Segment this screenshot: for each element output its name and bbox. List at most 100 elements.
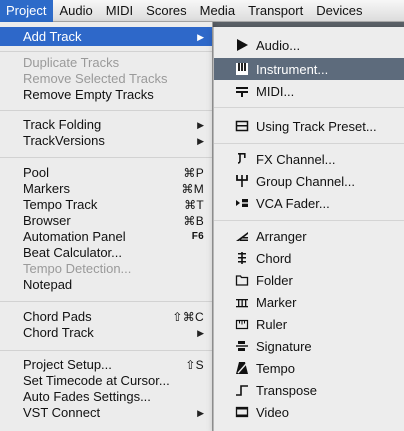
submenu-item-fx-channel[interactable]: FX Channel... xyxy=(214,148,404,170)
submenu-item-label: Video xyxy=(256,404,290,420)
menu-item-label: Chord Pads xyxy=(23,309,92,324)
vca-fader-icon xyxy=(234,195,250,211)
menu-item-remove-selected-tracks[interactable]: Remove Selected Tracks xyxy=(0,71,212,87)
submenu-item-group-channel[interactable]: Group Channel... xyxy=(214,170,404,192)
submenu-item-tempo[interactable]: Tempo xyxy=(214,357,404,379)
menu-item-label: Tempo Detection... xyxy=(23,261,132,276)
submenu-item-marker[interactable]: Marker xyxy=(214,291,404,313)
submenu-item-midi[interactable]: MIDI... xyxy=(214,80,404,102)
menu-item-automation-panel[interactable]: Automation Panel F6 xyxy=(0,229,212,245)
menu-separator xyxy=(0,301,212,302)
submenu-item-label: MIDI... xyxy=(256,83,295,99)
menu-item-label: Browser xyxy=(23,213,71,228)
instrument-track-icon xyxy=(234,61,250,77)
menu-item-label: Track Folding xyxy=(23,117,102,132)
menu-item-pool[interactable]: Pool ⌘P xyxy=(0,165,212,181)
menu-item-label: Notepad xyxy=(23,277,73,292)
submenu-item-label: VCA Fader... xyxy=(256,195,330,211)
menu-bar: Project Audio MIDI Scores Media Transpor… xyxy=(0,0,404,22)
menu-item-tempo-detection[interactable]: Tempo Detection... xyxy=(0,261,212,277)
submenu-item-ruler[interactable]: Ruler xyxy=(214,313,404,335)
menu-item-label: Add Track xyxy=(23,28,82,44)
menu-item-project-setup[interactable]: Project Setup... ⇧S xyxy=(0,357,212,373)
menu-item-label: VST Connect xyxy=(23,405,101,420)
menubar-midi[interactable]: MIDI xyxy=(100,0,140,22)
submenu-item-arranger[interactable]: Arranger xyxy=(214,225,404,247)
menu-item-browser[interactable]: Browser ⌘B xyxy=(0,213,212,229)
menu-item-add-track[interactable]: Add Track ▶ xyxy=(0,27,212,46)
submenu-arrow-icon: ▶ xyxy=(197,408,204,418)
menubar-scores[interactable]: Scores xyxy=(140,0,193,22)
menu-item-shortcut: ⌘T xyxy=(184,198,204,212)
menu-item-label: Beat Calculator... xyxy=(23,245,122,260)
menu-item-beat-calculator[interactable]: Beat Calculator... xyxy=(0,245,212,261)
submenu-item-signature[interactable]: Signature xyxy=(214,335,404,357)
menu-item-notepad[interactable]: Notepad xyxy=(0,277,212,293)
menu-item-markers[interactable]: Markers ⌘M xyxy=(0,181,212,197)
group-channel-icon xyxy=(234,173,250,189)
menu-item-remove-empty-tracks[interactable]: Remove Empty Tracks xyxy=(0,87,212,103)
menu-item-vst-connect[interactable]: VST Connect ▶ xyxy=(0,405,212,431)
submenu-item-label: Instrument... xyxy=(256,61,329,77)
menubar-transport[interactable]: Transport xyxy=(242,0,310,22)
fx-channel-icon xyxy=(234,151,250,167)
menu-item-shortcut: ⌘M xyxy=(181,182,204,196)
menu-item-shortcut: ⇧⌘C xyxy=(172,310,204,324)
submenu-item-label: Signature xyxy=(256,338,312,354)
submenu-item-chord[interactable]: Chord xyxy=(214,247,404,269)
submenu-arrow-icon: ▶ xyxy=(197,31,204,42)
submenu-item-label: Tempo xyxy=(256,360,296,376)
track-preset-icon xyxy=(234,118,250,134)
menu-item-track-folding[interactable]: Track Folding ▶ xyxy=(0,117,212,133)
submenu-item-folder[interactable]: Folder xyxy=(214,269,404,291)
menubar-devices[interactable]: Devices xyxy=(310,0,369,22)
audio-track-icon xyxy=(234,37,250,53)
menu-item-label: Pool xyxy=(23,165,50,180)
menu-item-label: Chord Track xyxy=(23,325,94,340)
submenu-item-instrument[interactable]: Instrument... xyxy=(214,58,404,80)
submenu-item-vca-fader[interactable]: VCA Fader... xyxy=(214,192,404,214)
menu-item-chord-pads[interactable]: Chord Pads ⇧⌘C xyxy=(0,309,212,325)
menu-item-track-versions[interactable]: TrackVersions ▶ xyxy=(0,133,212,149)
add-track-submenu: Audio... Instrument... MIDI... Using Tra… xyxy=(213,27,404,431)
menubar-project[interactable]: Project xyxy=(0,0,54,22)
menu-item-shortcut: ⌘B xyxy=(183,214,204,228)
menu-item-duplicate-tracks[interactable]: Duplicate Tracks xyxy=(0,55,212,71)
submenu-item-label: Using Track Preset... xyxy=(256,118,377,134)
menu-item-label: Tempo Track xyxy=(23,197,98,212)
menu-item-shortcut: F6 xyxy=(191,231,204,242)
arranger-icon xyxy=(234,228,250,244)
chord-icon xyxy=(234,250,250,266)
menu-separator xyxy=(0,51,212,52)
transpose-icon xyxy=(234,382,250,398)
menubar-media[interactable]: Media xyxy=(194,0,242,22)
submenu-item-audio[interactable]: Audio... xyxy=(214,34,404,56)
project-menu: Add Track ▶ Duplicate Tracks Remove Sele… xyxy=(0,22,213,431)
menu-item-label: Auto Fades Settings... xyxy=(23,389,151,404)
menu-item-tempo-track[interactable]: Tempo Track ⌘T xyxy=(0,197,212,213)
submenu-item-label: FX Channel... xyxy=(256,151,336,167)
submenu-item-label: Ruler xyxy=(256,316,288,332)
submenu-item-using-track-preset[interactable]: Using Track Preset... xyxy=(214,115,404,137)
marker-icon xyxy=(234,294,250,310)
submenu-item-transpose[interactable]: Transpose xyxy=(214,379,404,401)
menubar-audio[interactable]: Audio xyxy=(53,0,99,22)
submenu-item-label: Arranger xyxy=(256,228,307,244)
menu-separator xyxy=(0,350,212,351)
submenu-item-label: Group Channel... xyxy=(256,173,356,189)
submenu-item-label: Marker xyxy=(256,294,297,310)
submenu-arrow-icon: ▶ xyxy=(197,328,204,338)
menu-item-label: Remove Empty Tracks xyxy=(23,87,154,102)
ruler-icon xyxy=(234,316,250,332)
submenu-item-video[interactable]: Video xyxy=(214,401,404,423)
submenu-item-label: Transpose xyxy=(256,382,317,398)
menu-item-auto-fades[interactable]: Auto Fades Settings... xyxy=(0,389,212,405)
submenu-item-label: Folder xyxy=(256,272,293,288)
menu-item-shortcut: ⌘P xyxy=(183,166,204,180)
menu-item-label: Duplicate Tracks xyxy=(23,55,120,70)
folder-icon xyxy=(234,272,250,288)
menu-item-set-timecode[interactable]: Set Timecode at Cursor... xyxy=(0,373,212,389)
menu-item-chord-track[interactable]: Chord Track ▶ xyxy=(0,325,212,341)
menu-item-label: TrackVersions xyxy=(23,133,105,148)
submenu-separator xyxy=(214,220,404,221)
